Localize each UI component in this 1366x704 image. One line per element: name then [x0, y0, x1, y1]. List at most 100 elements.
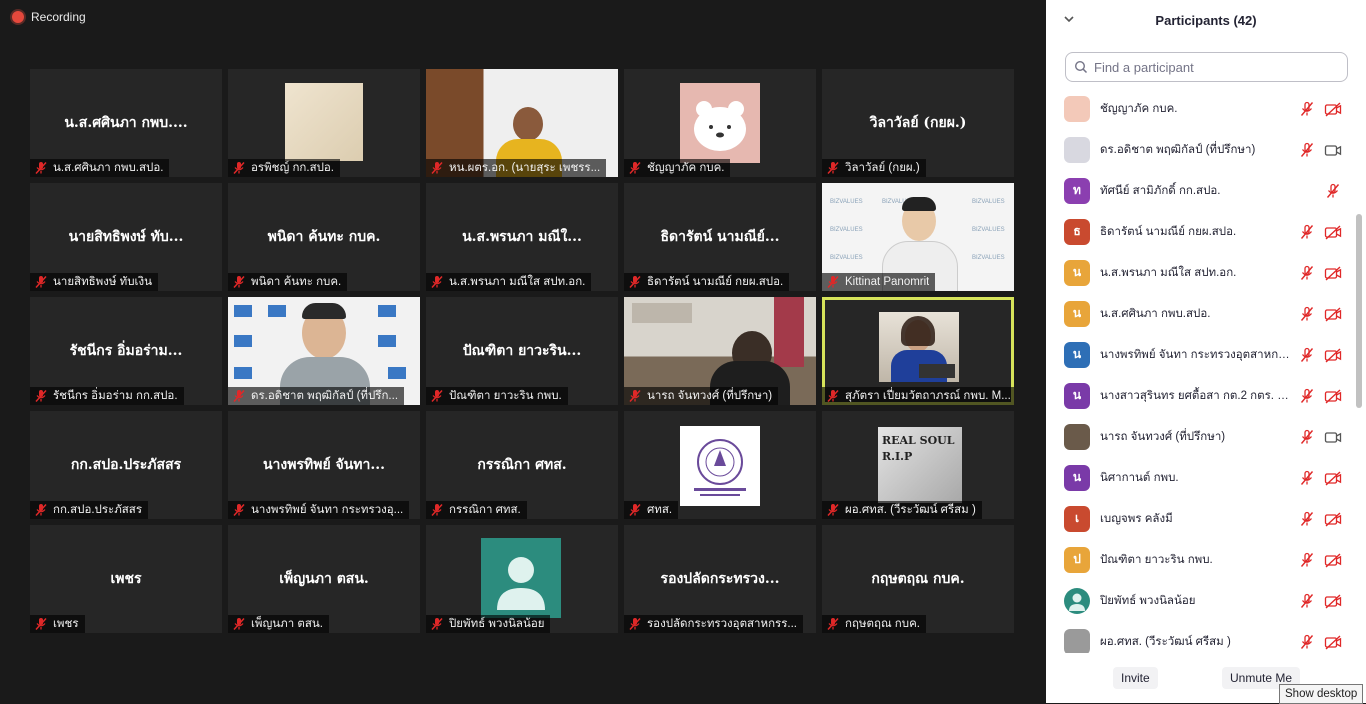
mic-muted-icon[interactable] — [1298, 224, 1316, 240]
participant-name-label: ธิดารัตน์ นามณีย์ กยผ.สปอ. — [624, 273, 790, 291]
participant-tile[interactable]: ธิดารัตน์ นามณีย์... ธิดารัตน์ นามณีย์ กย… — [624, 183, 816, 291]
participant-row[interactable]: น นางสาวสุรินทร ยศตื้อสา กต.2 กตร. สปอ. — [1046, 375, 1354, 416]
participant-name: ดร.อดิชาต พฤฒิกัลป์ (ที่ปรึกษา) — [1100, 143, 1256, 156]
svg-text:BIZVALUES: BIZVALUES — [830, 227, 863, 233]
participant-tile[interactable]: น.ส.ศศินภา กพบ.... น.ส.ศศินภา กพบ.สปอ. — [30, 69, 222, 177]
organization-logo — [680, 426, 760, 506]
mic-muted-icon[interactable] — [1298, 101, 1316, 117]
video-off-icon[interactable] — [1324, 101, 1342, 117]
participant-display-name: เพชร — [110, 571, 142, 587]
participant-name-label: น.ส.พรนภา มณีใส สปท.อก. — [426, 273, 592, 291]
mic-muted-icon — [431, 161, 443, 175]
participant-tile[interactable]: พนิดา ค้นทะ กบค. พนิดา ค้นทะ กบค. — [228, 183, 420, 291]
participant-avatar: ธ — [1064, 218, 1090, 245]
mic-muted-icon[interactable] — [1298, 552, 1316, 568]
participant-row[interactable]: ป ปัณฑิตา ยาวะริน กพบ. — [1046, 539, 1354, 580]
participant-tile[interactable]: เพชร เพชร — [30, 525, 222, 633]
video-off-icon[interactable] — [1324, 347, 1342, 363]
participant-name-label: ผอ.ศทส. (วีระวัฒน์ ศรีสม ) — [822, 501, 982, 519]
participant-name-label: ปิยพัทธ์ พวงนิลน้อย — [426, 615, 551, 633]
participant-tile[interactable]: ชัญญาภัค กบค. — [624, 69, 816, 177]
video-off-icon[interactable] — [1324, 593, 1342, 609]
participant-row[interactable]: ปิยพัทธ์ พวงนิลน้อย — [1046, 580, 1354, 621]
participant-tile[interactable]: ปัณฑิตา ยาวะริน... ปัณฑิตา ยาวะริน กพบ. — [426, 297, 618, 405]
participant-row[interactable]: ชัญญาภัค กบค. — [1046, 88, 1354, 129]
participant-tile[interactable]: เพ็ญนภา ตสน. เพ็ญนภา ตสน. — [228, 525, 420, 633]
participant-tile[interactable]: กฤษตฤณ กบค. กฤษตฤณ กบค. — [822, 525, 1014, 633]
participant-row[interactable]: ท ทัศนีย์ สามิภักดิ์ กก.สปอ. — [1046, 170, 1354, 211]
chevron-down-icon[interactable] — [1062, 12, 1076, 26]
participant-tile[interactable]: ปิยพัทธ์ พวงนิลน้อย — [426, 525, 618, 633]
participant-tile[interactable]: กก.สปอ.ประภัสสร กก.สปอ.ประภัสสร — [30, 411, 222, 519]
participant-tile[interactable]: ดร.อดิชาต พฤฒิกัลป์ (ที่ปรึก... — [228, 297, 420, 405]
participant-display-name: วิลาวัลย์ (กยผ.) — [869, 115, 967, 131]
participant-list-scrollbar[interactable] — [1355, 88, 1363, 653]
mic-muted-icon — [629, 617, 641, 631]
search-input[interactable]: Find a participant — [1065, 52, 1348, 82]
participant-label-text: หน.ผตร.อก. (นายสุระ เพชรร... — [449, 162, 601, 174]
participant-row[interactable]: เ เบญจพร คลังมี — [1046, 498, 1354, 539]
video-on-icon[interactable] — [1324, 142, 1342, 158]
video-off-icon[interactable] — [1324, 306, 1342, 322]
mic-muted-icon — [629, 161, 641, 175]
mic-muted-icon[interactable] — [1298, 593, 1316, 609]
recording-indicator[interactable]: Recording — [12, 10, 86, 24]
participant-tile[interactable]: กรรณิกา ศทส. กรรณิกา ศทส. — [426, 411, 618, 519]
participant-tile[interactable]: หน.ผตร.อก. (นายสุระ เพชรร... — [426, 69, 618, 177]
record-icon — [12, 11, 24, 23]
participant-tile[interactable]: ศทส. — [624, 411, 816, 519]
participant-tile[interactable]: รัชนีกร อิ่มอร่าม... รัชนีกร อิ่มอร่าม กก… — [30, 297, 222, 405]
participant-tile[interactable]: REAL SOUL R.I.P ผอ.ศทส. (วีระวัฒน์ ศรีสม … — [822, 411, 1014, 519]
participant-avatar — [1064, 628, 1090, 653]
participant-tile[interactable]: สุภัตรา เปี่ยมวัตถาภรณ์ กพบ. M... — [822, 297, 1014, 405]
video-off-icon[interactable] — [1324, 634, 1342, 650]
svg-text:BIZVALUES: BIZVALUES — [830, 255, 863, 261]
participant-label-text: ศทส. — [647, 504, 673, 516]
participant-row[interactable]: ดร.อดิชาต พฤฒิกัลป์ (ที่ปรึกษา) — [1046, 129, 1354, 170]
mic-muted-icon[interactable] — [1298, 142, 1316, 158]
participant-label-text: Kittinat Panomrit — [845, 276, 930, 288]
participant-tile[interactable]: นายสิทธิพงษ์ ทับ... นายสิทธิพงษ์ ทับเงิน — [30, 183, 222, 291]
participant-avatar: น — [1064, 341, 1090, 368]
participant-tile[interactable]: วิลาวัลย์ (กยผ.) วิลาวัลย์ (กยผ.) — [822, 69, 1014, 177]
participant-tile[interactable]: BIZVALUES BIZVALUES BIZVALUES BIZVALUES BIZV… — [822, 183, 1014, 291]
mic-muted-icon — [629, 275, 641, 289]
video-off-icon[interactable] — [1324, 224, 1342, 240]
participant-row[interactable]: น นิศากานต์ กพบ. — [1046, 457, 1354, 498]
participant-tile[interactable]: น.ส.พรนภา มณีใ... น.ส.พรนภา มณีใส สปท.อก. — [426, 183, 618, 291]
participant-label-text: อรพิชญ์ กก.สปอ. — [251, 162, 335, 174]
video-off-icon[interactable] — [1324, 470, 1342, 486]
participant-tile[interactable]: รองปลัดกระทรวง... รองปลัดกระทรวงอุตสาหกรร… — [624, 525, 816, 633]
svg-text:BIZVALUES: BIZVALUES — [972, 199, 1005, 205]
participant-status-icons — [1290, 265, 1342, 281]
participant-row[interactable]: น น.ส.ศศินภา กพบ.สปอ. — [1046, 293, 1354, 334]
mic-muted-icon[interactable] — [1298, 306, 1316, 322]
participant-display-name: กก.สปอ.ประภัสสร — [70, 457, 182, 473]
participant-row[interactable]: ผอ.ศทส. (วีระวัฒน์ ศรีสม ) — [1046, 621, 1354, 653]
video-off-icon[interactable] — [1324, 388, 1342, 404]
mic-muted-icon[interactable] — [1298, 388, 1316, 404]
participant-row[interactable]: น น.ส.พรนภา มณีใส สปท.อก. — [1046, 252, 1354, 293]
invite-button[interactable]: Invite — [1113, 667, 1158, 689]
participant-tile[interactable]: นางพรทิพย์ จันทา... นางพรทิพย์ จันทา กระท… — [228, 411, 420, 519]
scrollbar-thumb[interactable] — [1356, 214, 1362, 408]
participant-display-name: นางพรทิพย์ จันทา... — [262, 457, 386, 473]
mic-muted-icon[interactable] — [1298, 347, 1316, 363]
participant-row[interactable]: นารถ จันทวงศ์ (ที่ปรึกษา) — [1046, 416, 1354, 457]
mic-muted-icon[interactable] — [1298, 429, 1316, 445]
participant-label-text: รองปลัดกระทรวงอุตสาหกรร... — [647, 618, 797, 630]
participant-row[interactable]: น นางพรทิพย์ จันทา กระทรวงอุตสาหกรรม — [1046, 334, 1354, 375]
participant-avatar: น — [1064, 382, 1090, 409]
video-on-icon[interactable] — [1324, 429, 1342, 445]
video-off-icon[interactable] — [1324, 265, 1342, 281]
video-off-icon[interactable] — [1324, 511, 1342, 527]
mic-muted-icon[interactable] — [1298, 634, 1316, 650]
mic-muted-icon[interactable] — [1324, 183, 1342, 199]
mic-muted-icon[interactable] — [1298, 511, 1316, 527]
mic-muted-icon[interactable] — [1298, 265, 1316, 281]
mic-muted-icon[interactable] — [1298, 470, 1316, 486]
video-off-icon[interactable] — [1324, 552, 1342, 568]
participant-tile[interactable]: นารถ จันทวงศ์ (ที่ปรึกษา) — [624, 297, 816, 405]
participant-tile[interactable]: อรพิชญ์ กก.สปอ. — [228, 69, 420, 177]
participant-row[interactable]: ธ ธิดารัตน์ นามณีย์ กยผ.สปอ. — [1046, 211, 1354, 252]
